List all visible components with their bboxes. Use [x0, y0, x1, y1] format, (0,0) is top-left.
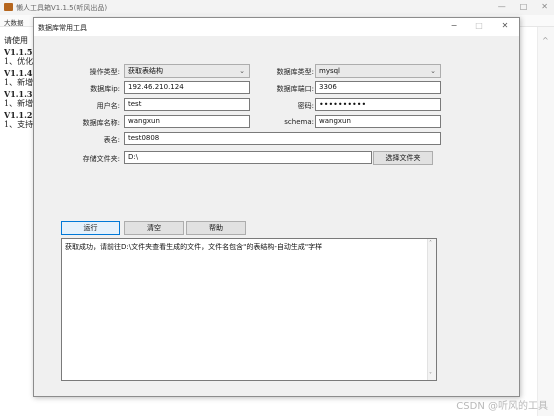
- background-window-title: 懒人工具箱V1.1.5(听风出品): [16, 4, 108, 12]
- username-label: 用户名:: [96, 102, 120, 110]
- scroll-up-icon[interactable]: ˄: [429, 240, 432, 247]
- help-button[interactable]: 帮助: [186, 221, 246, 235]
- background-titlebar: 懒人工具箱V1.1.5(听风出品) — □ ✕: [0, 0, 554, 15]
- choose-folder-button[interactable]: 选择文件夹: [373, 151, 433, 165]
- table-name-label: 表名:: [103, 136, 120, 144]
- output-text: 获取成功，请前往D:\文件夹查看生成的文件，文件名包含"的表结构-自动生成"字样: [65, 243, 323, 251]
- db-port-label: 数据库端口:: [276, 85, 314, 93]
- app-icon: [4, 3, 13, 11]
- table-name-input[interactable]: test0808: [124, 132, 441, 145]
- background-scrollbar[interactable]: ^: [537, 27, 554, 416]
- operation-type-select[interactable]: 获取表结构 ⌄: [124, 64, 250, 78]
- operation-type-value: 获取表结构: [128, 67, 163, 75]
- schema-label: schema:: [284, 118, 314, 126]
- database-tool-dialog: 数据库常用工具 − □ ✕ 操作类型: 获取表结构 ⌄ 数据库类型: mysql…: [33, 17, 520, 397]
- run-button[interactable]: 运行: [61, 221, 120, 235]
- dialog-close-button[interactable]: ✕: [498, 21, 512, 30]
- watermark: CSDN @听风的工具: [456, 401, 548, 412]
- db-ip-input[interactable]: 192.46.210.124: [124, 81, 250, 94]
- chevron-down-icon: ⌄: [430, 67, 436, 75]
- background-close-button[interactable]: ✕: [541, 2, 548, 11]
- db-type-label: 数据库类型:: [276, 68, 314, 76]
- dialog-title: 数据库常用工具: [38, 24, 87, 32]
- clear-button[interactable]: 清空: [124, 221, 184, 235]
- db-name-label: 数据库名称:: [82, 119, 120, 127]
- username-input[interactable]: test: [124, 98, 250, 111]
- db-ip-label: 数据库ip:: [90, 85, 120, 93]
- folder-input[interactable]: D:\: [124, 151, 372, 164]
- background-window-controls: — □ ✕: [498, 2, 548, 11]
- db-type-select[interactable]: mysql ⌄: [315, 64, 441, 78]
- background-minimize-button[interactable]: —: [498, 2, 506, 11]
- chevron-down-icon: ⌄: [239, 67, 245, 75]
- password-label: 密码:: [297, 102, 314, 110]
- dialog-titlebar: 数据库常用工具 − □ ✕: [34, 18, 519, 36]
- folder-label: 存储文件夹:: [82, 155, 120, 163]
- operation-type-label: 操作类型:: [89, 68, 120, 76]
- scroll-up-icon[interactable]: ^: [542, 36, 549, 45]
- dialog-maximize-button[interactable]: □: [472, 21, 486, 30]
- schema-input[interactable]: wangxun: [315, 115, 441, 128]
- background-maximize-button[interactable]: □: [520, 2, 528, 11]
- output-textarea[interactable]: 获取成功，请前往D:\文件夹查看生成的文件，文件名包含"的表结构-自动生成"字样…: [61, 238, 437, 381]
- password-input[interactable]: ••••••••••: [315, 98, 441, 111]
- dialog-minimize-button[interactable]: −: [447, 21, 461, 30]
- menu-item-bigdata[interactable]: 大数据: [4, 17, 24, 27]
- output-scrollbar[interactable]: ˄ ˅: [427, 239, 436, 380]
- scroll-down-icon[interactable]: ˅: [429, 372, 432, 379]
- db-type-value: mysql: [319, 67, 340, 75]
- db-name-input[interactable]: wangxun: [124, 115, 250, 128]
- db-port-input[interactable]: 3306: [315, 81, 441, 94]
